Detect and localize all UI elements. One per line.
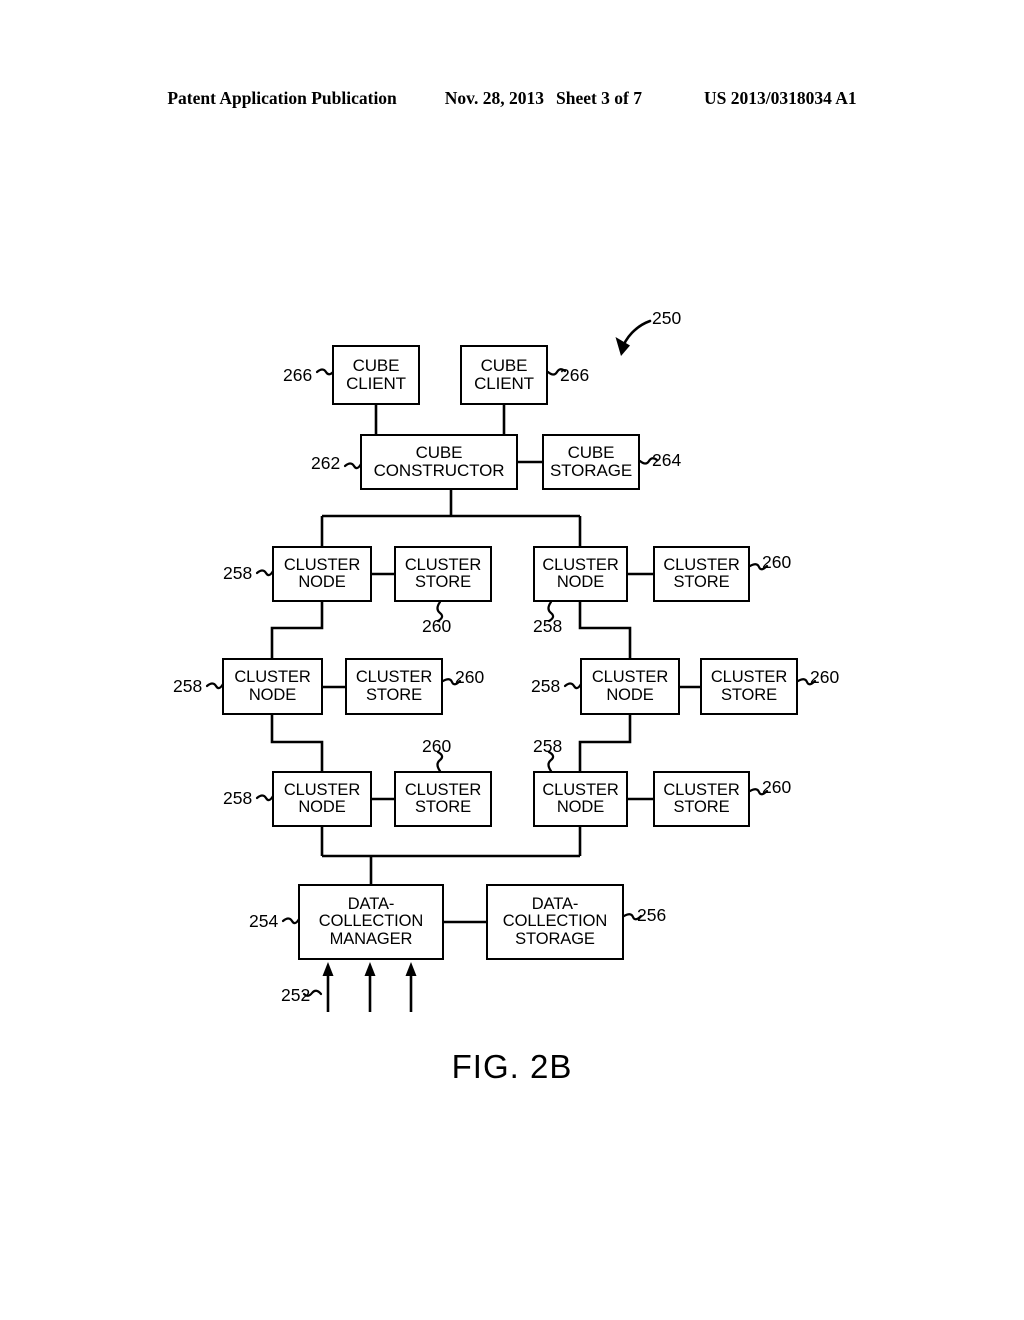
- link-row1-to-row2-right: [578, 602, 632, 658]
- leader-254: [281, 917, 301, 925]
- cluster-node-r2-left-line2: NODE: [248, 685, 297, 704]
- block-cluster-store-r3-left[interactable]: CLUSTER STORE: [394, 771, 492, 827]
- block-data-collection-manager[interactable]: DATA- COLLECTION MANAGER: [298, 884, 444, 960]
- cluster-store-r3-left-line1: CLUSTER: [404, 780, 482, 799]
- dc-storage-line2: COLLECTION: [502, 912, 608, 931]
- link-row2-to-row3-left: [270, 715, 324, 771]
- data-source-arrow-3-head: [405, 962, 417, 976]
- dc-manager-line1: DATA-: [347, 895, 395, 914]
- ref-260-r2-right: 260: [810, 667, 840, 687]
- link-row2-to-row3-right: [578, 715, 632, 771]
- cluster-store-r2-right-line2: STORE: [720, 685, 778, 704]
- block-cluster-node-r2-left[interactable]: CLUSTER NODE: [222, 658, 323, 715]
- leader-258-r2l: [205, 682, 225, 690]
- block-cluster-node-r3-right[interactable]: CLUSTER NODE: [533, 771, 628, 827]
- cube-client-right-line1: CUBE: [480, 356, 528, 376]
- ref-260-r3-right: 260: [762, 777, 792, 797]
- cluster-node-r3-right-line1: CLUSTER: [542, 780, 619, 799]
- ref-256: 256: [637, 905, 667, 925]
- block-cube-client-right[interactable]: CUBE CLIENT: [460, 345, 548, 405]
- block-cube-storage[interactable]: CUBE STORAGE: [542, 434, 640, 490]
- ref-264: 264: [652, 450, 682, 470]
- cluster-node-r2-right-line2: NODE: [606, 685, 654, 704]
- block-cluster-store-r3-right[interactable]: CLUSTER STORE: [653, 771, 750, 827]
- block-cluster-node-r3-left[interactable]: CLUSTER NODE: [272, 771, 372, 827]
- dc-manager-line3: MANAGER: [329, 929, 413, 948]
- cluster-node-r1-left-line1: CLUSTER: [283, 555, 361, 574]
- cluster-node-r1-left-line2: NODE: [298, 573, 346, 591]
- block-cube-constructor[interactable]: CUBE CONSTRUCTOR: [360, 434, 518, 490]
- ref-260-r1-left: 260: [422, 616, 452, 636]
- ref-266-left: 266: [283, 365, 313, 385]
- diagram-connectors: [205, 319, 817, 1012]
- cube-client-left-line1: CUBE: [352, 356, 400, 376]
- cube-client-right-line2: CLIENT: [474, 374, 534, 393]
- ref-260-r3-left: 260: [422, 736, 452, 756]
- ref-258-r1-right: 258: [533, 616, 563, 636]
- cluster-store-r3-right-line2: STORE: [673, 798, 730, 816]
- ref-252: 252: [281, 985, 311, 1005]
- figure-2b: 250 CUBE CLIENT 266 CUBE CLIENT 266 CUBE…: [0, 0, 1024, 1320]
- block-cluster-node-r1-left[interactable]: CLUSTER NODE: [272, 546, 372, 602]
- cluster-store-r3-right-line1: CLUSTER: [663, 780, 740, 799]
- block-cluster-store-r2-right[interactable]: CLUSTER STORE: [700, 658, 798, 715]
- block-cluster-store-r1-left[interactable]: CLUSTER STORE: [394, 546, 492, 602]
- leader-258-r1l: [255, 569, 275, 577]
- block-cube-client-left[interactable]: CUBE CLIENT: [332, 345, 420, 405]
- link-row1-to-row2-left: [270, 602, 324, 658]
- cluster-node-r2-left-line1: CLUSTER: [234, 668, 311, 687]
- dc-storage-line3: STORAGE: [515, 929, 595, 948]
- cluster-node-r3-left-line2: NODE: [298, 798, 346, 816]
- ref-258-r2-right: 258: [531, 676, 561, 696]
- ref-254: 254: [249, 911, 279, 931]
- patent-page: Patent Application Publication Nov. 28, …: [0, 0, 1024, 1320]
- cluster-store-r3-left-line2: STORE: [414, 798, 472, 816]
- cluster-store-r1-right-line2: STORE: [673, 573, 730, 591]
- cube-storage-line1: CUBE: [567, 443, 615, 463]
- leader-258-r3l: [255, 794, 275, 802]
- figure-caption: FIG. 2B: [451, 1048, 573, 1085]
- cube-client-left-line2: CLIENT: [346, 374, 406, 393]
- dc-storage-line1: DATA-: [531, 895, 579, 914]
- ref-260-r1-right: 260: [762, 552, 792, 572]
- ref-262: 262: [311, 453, 341, 473]
- cube-constructor-line1: CUBE: [415, 443, 463, 463]
- cluster-node-r1-right-line2: NODE: [556, 573, 605, 591]
- block-cluster-node-r2-right[interactable]: CLUSTER NODE: [580, 658, 680, 715]
- ref-258-r3-left: 258: [223, 788, 253, 808]
- ref-258-r1-left: 258: [223, 563, 253, 583]
- ref-250: 250: [652, 308, 682, 328]
- block-cluster-store-r1-right[interactable]: CLUSTER STORE: [653, 546, 750, 602]
- cluster-store-r1-left-line2: STORE: [414, 573, 472, 591]
- block-cluster-store-r2-left[interactable]: CLUSTER STORE: [345, 658, 443, 715]
- cluster-store-r2-left-line1: CLUSTER: [355, 668, 433, 687]
- cluster-node-r3-left-line1: CLUSTER: [283, 780, 361, 799]
- cube-constructor-line2: CONSTRUCTOR: [373, 461, 505, 480]
- cluster-node-r3-right-line2: NODE: [556, 798, 605, 816]
- cluster-node-r1-right-line1: CLUSTER: [542, 555, 619, 574]
- ref-266-right: 266: [560, 365, 590, 385]
- block-data-collection-storage[interactable]: DATA- COLLECTION STORAGE: [486, 884, 624, 960]
- block-cluster-node-r1-right[interactable]: CLUSTER NODE: [533, 546, 628, 602]
- leader-262: [343, 462, 363, 470]
- cube-storage-line2: STORAGE: [549, 461, 633, 480]
- cluster-store-r1-right-line1: CLUSTER: [663, 555, 740, 574]
- cluster-store-r2-left-line2: STORE: [365, 685, 423, 704]
- ref-258-r3-right: 258: [533, 736, 563, 756]
- cluster-store-r2-right-line1: CLUSTER: [710, 668, 788, 687]
- ref-260-r2-left: 260: [455, 667, 485, 687]
- ref-258-r2-left: 258: [173, 676, 203, 696]
- cluster-node-r2-right-line1: CLUSTER: [591, 668, 669, 687]
- data-source-arrow-1-head: [322, 962, 334, 976]
- cluster-store-r1-left-line1: CLUSTER: [404, 555, 482, 574]
- dc-manager-line2: COLLECTION: [318, 912, 424, 931]
- leader-258-r2r: [563, 682, 583, 690]
- data-source-arrow-2-head: [364, 962, 376, 976]
